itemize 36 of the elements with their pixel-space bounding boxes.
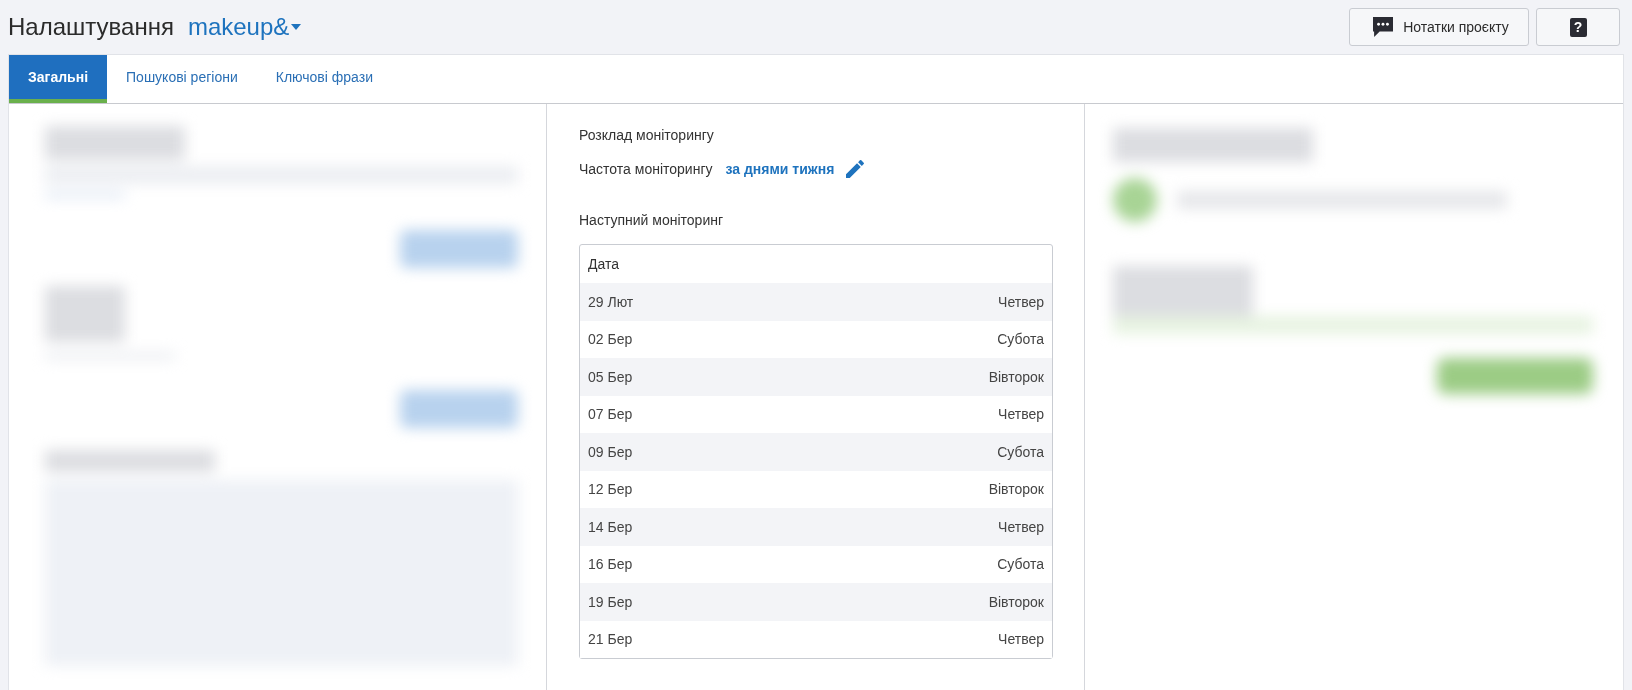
table-cell: 02 Бер (588, 331, 633, 348)
column-header: Дата (588, 256, 619, 272)
table-cell: Четвер (998, 293, 1044, 310)
help-icon: ? (1569, 17, 1587, 37)
table-cell: Вівторок (988, 481, 1044, 498)
frequency-link[interactable]: за днями тижня (725, 161, 835, 177)
help-button[interactable]: ? (1536, 8, 1620, 46)
tab[interactable]: Ключові фрази (256, 55, 392, 103)
table-cell: Вівторок (988, 593, 1044, 610)
table-cell: 05 Бер (588, 368, 633, 385)
table-cell: 07 Бер (588, 406, 633, 423)
table-cell: 21 Бер (588, 631, 633, 648)
frequency-label: Частота моніторингу (579, 161, 713, 177)
pencil-icon[interactable] (846, 160, 865, 178)
table-cell: Четвер (998, 406, 1044, 423)
project-notes-button[interactable]: Нотатки проєкту (1349, 8, 1529, 46)
table-cell: 19 Бер (588, 593, 633, 610)
section-title: Наступний моніторинг (579, 211, 725, 230)
table-cell: 09 Бер (588, 443, 633, 460)
table-cell: Субота (997, 443, 1044, 460)
section-title: Розклад моніторингу (579, 126, 715, 145)
table-cell: 14 Бер (588, 518, 633, 535)
table-cell: 16 Бер (588, 556, 633, 573)
page-title: Налаштування (8, 12, 174, 42)
tab[interactable]: Загальні (9, 55, 108, 103)
caret-icon (291, 24, 302, 30)
table-cell: 12 Бер (588, 481, 633, 498)
speech-bubble-icon (1373, 17, 1394, 37)
table-cell: Субота (997, 331, 1044, 348)
table-cell: Субота (997, 556, 1044, 573)
table-cell: 29 Лют (588, 293, 634, 310)
table-cell: Четвер (998, 631, 1044, 648)
tab[interactable]: Пошукові регіони (107, 55, 257, 103)
project-dropdown[interactable]: makeup& (187, 12, 302, 42)
table-cell: Вівторок (988, 368, 1044, 385)
table-cell: Четвер (998, 518, 1044, 535)
